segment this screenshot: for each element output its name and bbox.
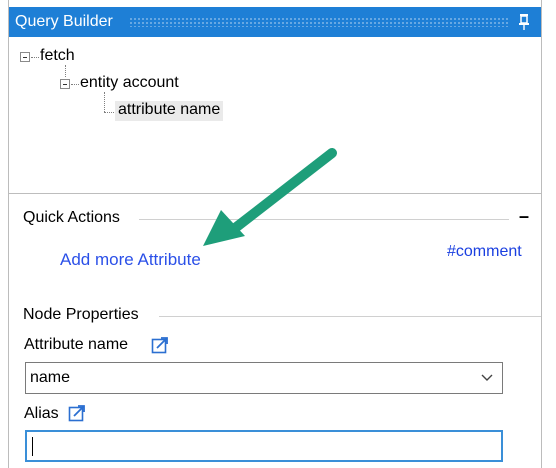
tree-node-attribute[interactable]: attribute name — [115, 101, 224, 121]
chevron-down-icon[interactable] — [480, 371, 494, 385]
splitter[interactable] — [9, 193, 541, 194]
comment-link[interactable]: #comment — [447, 243, 522, 261]
add-more-attribute-link[interactable]: Add more Attribute — [60, 250, 201, 270]
tree-node-entity[interactable]: entity account — [80, 74, 179, 92]
tree-connector — [65, 65, 66, 77]
quick-actions-title: Quick Actions — [23, 209, 124, 227]
query-builder-panel: Query Builder fetch entity account attri… — [8, 0, 542, 468]
tree-connector — [71, 84, 79, 85]
panel-title: Query Builder — [15, 13, 113, 30]
alias-label: Alias — [24, 405, 59, 422]
alias-input[interactable] — [25, 430, 503, 462]
panel-titlebar[interactable]: Query Builder — [9, 7, 541, 37]
node-properties-title: Node Properties — [23, 306, 143, 324]
query-tree: fetch entity account attribute name — [9, 37, 541, 192]
tree-connector — [104, 92, 105, 112]
collapse-quick-actions-button[interactable]: – — [519, 206, 529, 227]
pin-icon[interactable] — [517, 13, 531, 31]
section-rule — [159, 316, 541, 317]
section-rule — [139, 219, 509, 220]
open-external-icon[interactable] — [68, 404, 86, 422]
attribute-name-select[interactable]: name — [25, 362, 503, 394]
tree-connector — [31, 57, 39, 58]
attribute-name-value: name — [30, 369, 71, 386]
open-external-icon[interactable] — [151, 336, 169, 354]
collapse-fetch-icon[interactable] — [20, 52, 30, 62]
titlebar-grip — [129, 17, 509, 27]
attribute-name-label: Attribute name — [24, 336, 129, 353]
collapse-entity-icon[interactable] — [60, 79, 70, 89]
text-caret — [32, 437, 33, 456]
tree-node-fetch[interactable]: fetch — [40, 47, 75, 65]
